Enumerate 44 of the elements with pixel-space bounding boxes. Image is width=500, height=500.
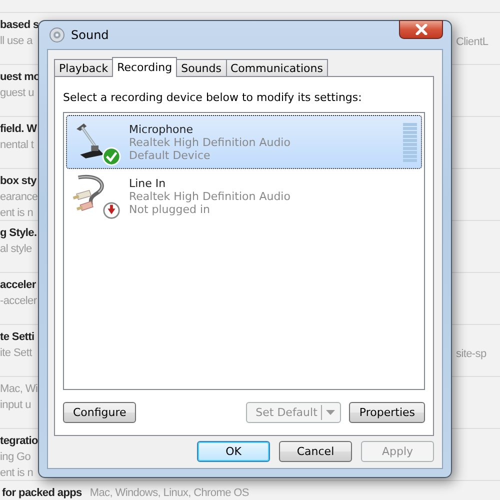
window-title: Sound	[71, 28, 110, 42]
feature-description: ent is n	[0, 466, 34, 481]
feature-description: nental t	[0, 138, 35, 153]
feature-title: g Style.	[0, 226, 38, 241]
caret-icon	[326, 410, 336, 416]
feature-description: Mac, Wi	[0, 382, 38, 397]
feature-title: te Setti	[0, 330, 36, 345]
dialog-button[interactable]: Configure	[63, 402, 136, 423]
device-status: Default Device	[129, 148, 212, 162]
feature-description: ent is n	[0, 206, 34, 221]
feature-description: al style	[0, 242, 33, 257]
dialog-button[interactable]: OK	[197, 441, 270, 462]
feature-description: ing Go	[0, 450, 32, 465]
device-item[interactable]: Line In Realtek High Definition Audio Not plugged in	[66, 169, 422, 223]
feature-title: tegratio	[0, 434, 38, 449]
device-status: Not plugged in	[129, 202, 212, 216]
feature-title: based s	[0, 18, 38, 33]
instruction-text: Select a recording device below to modify its settings:	[63, 91, 363, 104]
device-driver: Realtek High Definition Audio	[129, 190, 292, 202]
feature-title: box sty	[0, 174, 38, 189]
tab[interactable]: Sounds	[176, 59, 226, 76]
feature-description: input u	[0, 398, 32, 413]
feature-title: field. W	[0, 122, 38, 137]
feature-description: earance	[0, 190, 38, 205]
feature-description: ite Sett	[0, 346, 34, 361]
tab[interactable]: Playback	[54, 59, 114, 76]
feature-description: -acceler	[0, 294, 38, 309]
tab[interactable]: Communications	[226, 59, 328, 76]
device-name: Microphone	[129, 122, 194, 136]
device-name: Line In	[129, 176, 167, 190]
close-button[interactable]	[399, 20, 443, 39]
feature-description: ll use a	[0, 34, 34, 49]
feature-platforms: Mac, Windows, Linux, Chrome OS	[90, 486, 249, 500]
feature-description: guest u	[0, 86, 35, 101]
feature-title: acceler	[0, 278, 37, 293]
device-item[interactable]: Microphone Realtek High Definition Audio Default Device	[66, 115, 422, 169]
feature-description: ClientL	[456, 35, 488, 50]
device-driver: Realtek High Definition Audio	[129, 136, 292, 148]
dialog-button[interactable]: Cancel	[279, 441, 352, 462]
feature-description: site-sp	[456, 347, 486, 362]
dialog-button[interactable]: Properties	[349, 402, 425, 423]
close-icon	[414, 24, 428, 35]
tab[interactable]: Recording	[112, 57, 178, 77]
feature-title: for packed apps	[2, 486, 82, 500]
